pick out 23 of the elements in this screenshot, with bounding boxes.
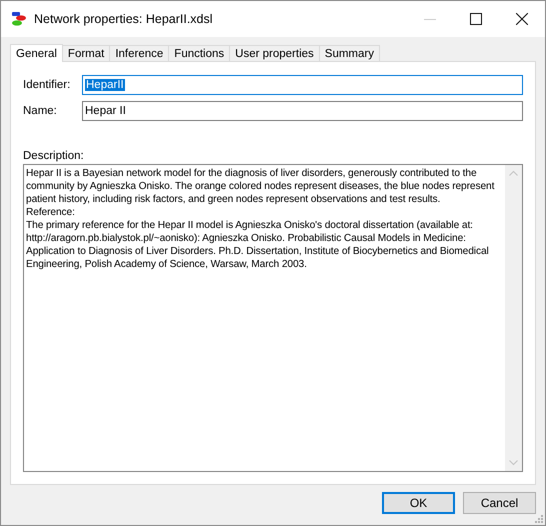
description-label: Description: [23,150,85,162]
description-paragraph: The primary reference for the Hepar II model is Agnieszka Onisko's doctoral dissertation (available at: http://aragorn.pb.bialystok.pl/~aonisko): Agnieszka Onisko. Probabilistic Causal Models in Medicine: Application to Diagnosis of Liver Disorders. Ph.D. Dissertation, Institute of Biocybernetics and Biomedical Engineering, Polish Academy of Science, Warsaw, March 2003. [26,219,490,271]
dialog-button[interactable]: OK [382,492,455,514]
app-icon [11,11,27,27]
resize-grip-icon[interactable] [534,514,543,523]
scrollbar[interactable] [505,165,522,471]
tab[interactable]: General [10,44,63,62]
field-label: Name: [23,105,58,117]
dialog-button[interactable]: Cancel [463,492,536,514]
description-paragraph: Reference: [26,206,76,219]
description-paragraph: Hepar II is a Bayesian network model for the diagnosis of liver disorders, generously contributed to the community by Agnieszka Onisko. The orange colored nodes represent diseases, the blue nodes represent patient history, including risk factors, and green nodes represent observations and test results. [26,167,496,206]
scroll-down-icon[interactable] [509,460,518,466]
maximize-icon[interactable] [470,13,482,25]
window-title: Network properties: HeparII.xdsl [34,12,213,26]
description-field[interactable] [23,164,523,472]
tab[interactable]: User properties [229,45,320,61]
field-label: Identifier: [23,79,72,91]
input-field[interactable]: HeparII [82,75,523,95]
input-field[interactable]: Hepar II [82,101,523,121]
tab[interactable]: Summary [318,45,380,61]
scroll-up-icon[interactable] [509,170,518,176]
minimize-icon [424,18,436,20]
close-icon[interactable] [516,13,528,25]
